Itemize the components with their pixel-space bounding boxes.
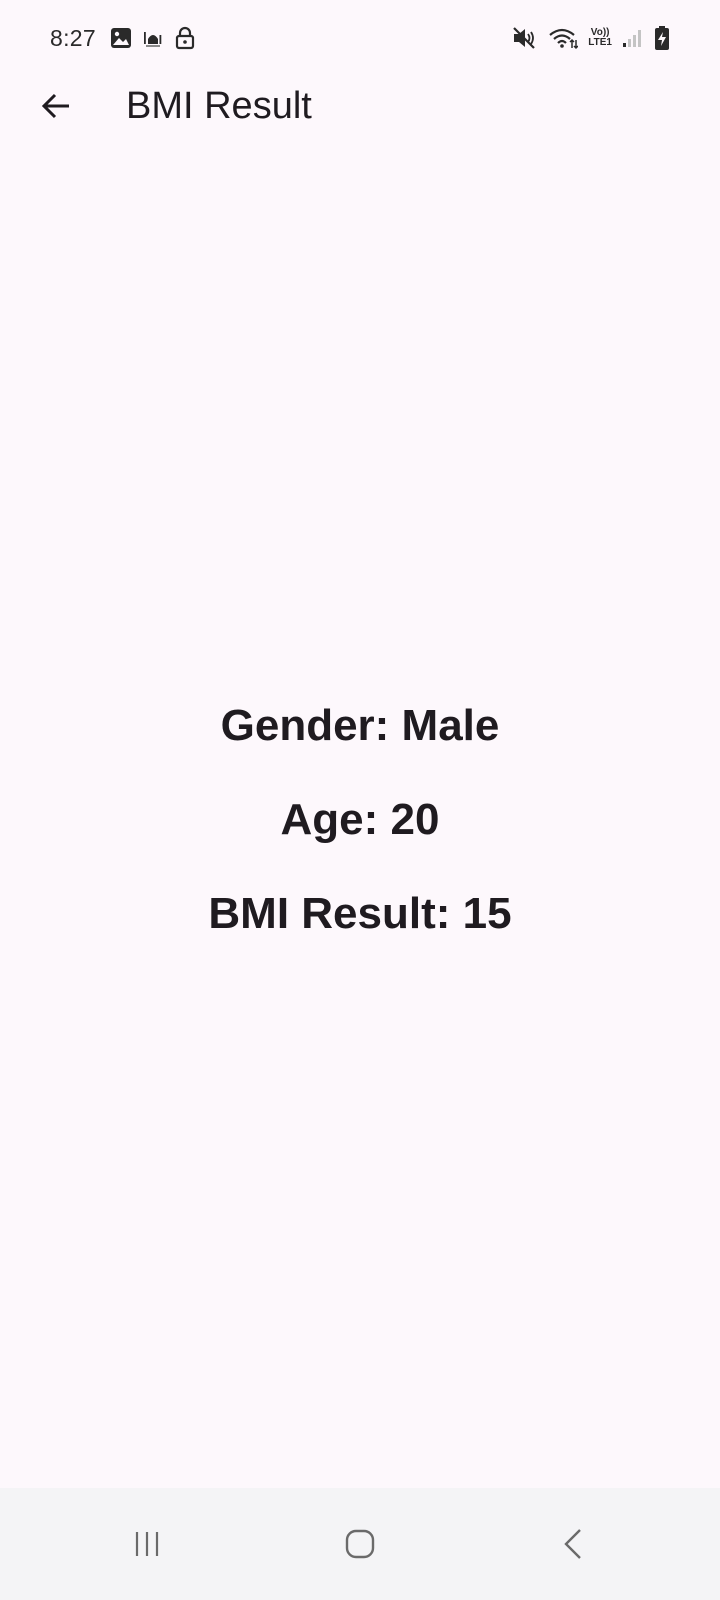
system-nav-bar: [0, 1488, 720, 1600]
home-button[interactable]: [300, 1504, 420, 1584]
nav-back-button[interactable]: [513, 1504, 633, 1584]
status-right: Vo)) LTE1: [512, 25, 670, 51]
status-clock: 8:27: [50, 24, 96, 51]
bmi-result-text: BMI Result: 15: [208, 889, 512, 938]
recents-button[interactable]: [87, 1504, 207, 1584]
signal-icon: [622, 27, 644, 49]
status-bar: 8:27 Vo)) LTE1: [0, 0, 720, 76]
wifi-icon: [548, 26, 579, 50]
page-title: BMI Result: [126, 85, 312, 127]
arrow-left-icon: [41, 93, 69, 119]
age-text: Age: 20: [280, 795, 440, 844]
app-bar: BMI Result: [0, 76, 720, 136]
gender-text: Gender: Male: [220, 701, 500, 750]
back-button[interactable]: [28, 78, 84, 134]
chevron-left-icon: [564, 1529, 582, 1559]
gallery-icon: [110, 27, 132, 49]
mute-icon: [512, 26, 538, 50]
result-content: Gender: Male Age: 20 BMI Result: 15: [0, 700, 720, 982]
home-icon: [345, 1529, 375, 1559]
battery-charging-icon: [654, 25, 670, 51]
mosque-icon: [142, 27, 164, 49]
status-left: 8:27: [50, 25, 196, 52]
lock-icon: [174, 26, 196, 50]
recents-icon: [135, 1532, 158, 1556]
network-type-label: Vo)) LTE1: [588, 28, 612, 48]
lte-label: LTE1: [588, 37, 612, 48]
